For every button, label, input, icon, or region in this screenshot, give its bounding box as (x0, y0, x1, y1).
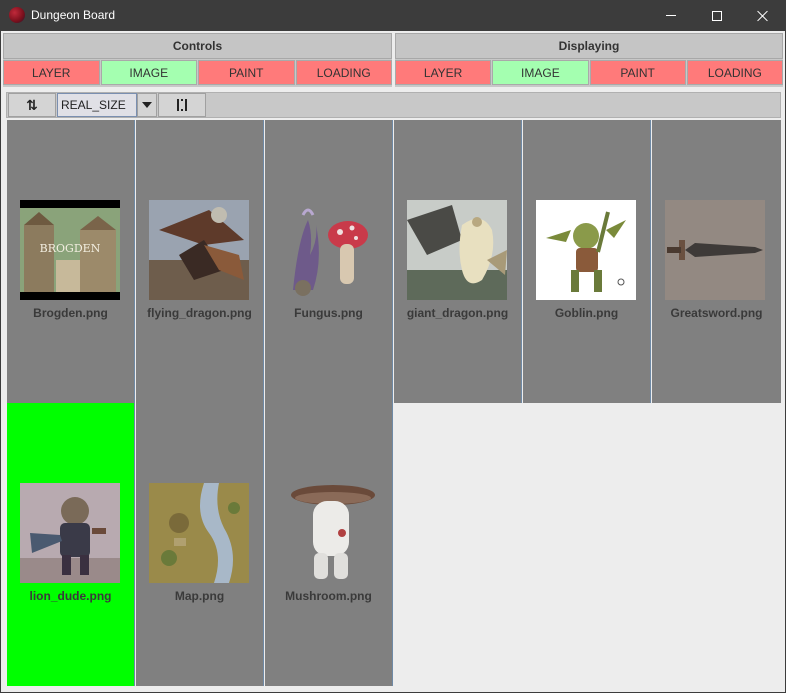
image-tile-brogden[interactable]: BROGDEN Brogden.png (7, 120, 135, 403)
image-tile-giant-dragon[interactable]: giant_dragon.png (394, 120, 522, 403)
swap-icon: ⇅ (26, 96, 38, 113)
town-thumbnail-icon: BROGDEN (20, 200, 120, 300)
image-tile-lion-dude[interactable]: lion_dude.png (7, 403, 135, 686)
image-grid: BROGDEN Brogden.png flying_dragon.png Fu… (7, 120, 781, 686)
map-thumbnail-icon (149, 483, 249, 583)
dragon-thumbnail-icon (407, 200, 507, 300)
image-tile-greatsword[interactable]: Greatsword.png (652, 120, 781, 403)
dragon-thumbnail-icon (149, 200, 249, 300)
fit-to-screen-button[interactable] (158, 93, 206, 117)
controls-tab-image[interactable]: IMAGE (100, 60, 197, 85)
displaying-tab-paint[interactable]: PAINT (589, 60, 686, 85)
minimize-button[interactable] (648, 0, 694, 31)
displaying-tab-image[interactable]: IMAGE (492, 60, 589, 85)
image-label: lion_dude.png (29, 589, 112, 603)
client-area: Controls LAYER IMAGE PAINT LOADING Displ… (1, 31, 785, 692)
controls-panel: Controls LAYER IMAGE PAINT LOADING (3, 33, 392, 87)
image-label: Map.png (174, 589, 225, 603)
image-tile-fungus[interactable]: Fungus.png (265, 120, 393, 403)
chevron-down-icon (142, 102, 152, 108)
app-logo-icon (9, 7, 25, 23)
minimize-icon (666, 15, 676, 16)
title-bar[interactable]: Dungeon Board (0, 0, 786, 31)
controls-tab-paint[interactable]: PAINT (198, 60, 295, 85)
lion-warrior-thumbnail-icon (20, 483, 120, 583)
controls-tabs: LAYER IMAGE PAINT LOADING (3, 60, 392, 85)
goblin-thumbnail-icon (536, 200, 636, 300)
scale-mode-select[interactable]: REAL_SIZE (57, 93, 137, 117)
image-label: flying_dragon.png (147, 306, 252, 320)
image-tile-mushroom[interactable]: Mushroom.png (265, 403, 393, 686)
image-tile-goblin[interactable]: Goblin.png (523, 120, 651, 403)
fungus-thumbnail-icon (278, 200, 378, 300)
image-tile-flying-dragon[interactable]: flying_dragon.png (136, 120, 264, 403)
image-tile-map[interactable]: Map.png (136, 403, 264, 686)
maximize-icon (712, 10, 722, 21)
scale-mode-dropdown-button[interactable] (137, 93, 157, 117)
image-toolbar: ⇅ REAL_SIZE (6, 92, 781, 118)
image-label: Mushroom.png (285, 589, 372, 603)
close-button[interactable] (740, 0, 786, 31)
image-label: giant_dragon.png (406, 306, 509, 320)
maximize-button[interactable] (694, 0, 740, 31)
svg-text:BROGDEN: BROGDEN (40, 242, 101, 255)
image-label: Fungus.png (294, 306, 363, 320)
window-title: Dungeon Board (31, 8, 116, 22)
sword-thumbnail-icon (665, 200, 765, 300)
app-window: Dungeon Board Controls LAYER IMAGE PAINT… (0, 0, 786, 693)
displaying-tab-loading[interactable]: LOADING (686, 60, 783, 85)
controls-tab-layer[interactable]: LAYER (3, 60, 100, 85)
fit-to-screen-icon (177, 99, 187, 111)
displaying-header: Displaying (395, 33, 783, 59)
controls-tab-loading[interactable]: LOADING (295, 60, 392, 85)
displaying-panel: Displaying LAYER IMAGE PAINT LOADING (395, 33, 783, 87)
controls-header: Controls (3, 33, 392, 59)
image-label: Greatsword.png (670, 306, 763, 320)
displaying-tab-layer[interactable]: LAYER (395, 60, 492, 85)
close-icon (757, 10, 769, 22)
mushroom-thumbnail-icon (278, 483, 378, 583)
image-label: Goblin.png (554, 306, 619, 320)
swap-button[interactable]: ⇅ (8, 93, 56, 117)
displaying-tabs: LAYER IMAGE PAINT LOADING (395, 60, 783, 85)
image-label: Brogden.png (33, 306, 108, 320)
